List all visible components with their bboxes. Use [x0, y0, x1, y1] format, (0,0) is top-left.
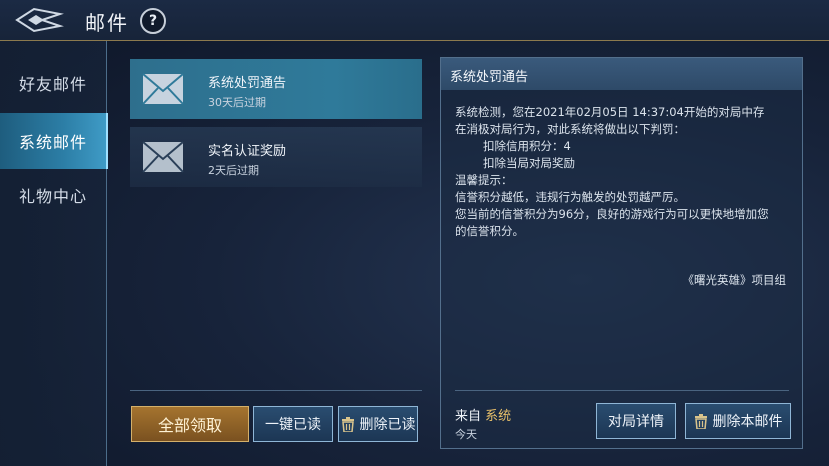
- body-line: 系统检测，您在2021年02月05日 14:37:04开始的对局中存: [455, 105, 765, 119]
- mail-title: 系统处罚通告: [208, 76, 287, 91]
- mail-detail-panel: 系统处罚通告 系统检测，您在2021年02月05日 14:37:04开始的对局中…: [440, 57, 803, 449]
- trash-icon: [694, 413, 707, 429]
- mail-date: 今天: [455, 428, 477, 441]
- from-prefix: 来自: [455, 409, 482, 424]
- mail-signature: 《曙光英雄》项目组: [682, 273, 787, 287]
- body-line: 温馨提示：: [455, 173, 513, 187]
- divider: [130, 390, 422, 391]
- delete-mail-button[interactable]: 删除本邮件: [685, 403, 791, 439]
- trash-icon: [341, 416, 354, 432]
- page-title: 邮件: [85, 11, 129, 35]
- from-sender: 系统: [485, 409, 512, 424]
- mail-from: 来自 系统: [455, 405, 511, 424]
- delete-mail-label: 删除本邮件: [712, 414, 783, 430]
- top-bar: 邮件 ?: [0, 0, 829, 41]
- sidebar-tab-friend-mail[interactable]: 好友邮件: [0, 55, 106, 111]
- mail-detail-body: 系统检测，您在2021年02月05日 14:37:04开始的对局中存 在消极对局…: [455, 104, 795, 240]
- mail-expiry: 30天后过期: [208, 96, 266, 109]
- help-icon[interactable]: ?: [140, 8, 166, 34]
- mail-detail-header: 系统处罚通告: [441, 58, 802, 90]
- mail-detail-title: 系统处罚通告: [450, 70, 529, 85]
- envelope-icon: [142, 73, 184, 105]
- match-details-button[interactable]: 对局详情: [596, 403, 676, 439]
- body-line: 您当前的信誉积分为96分，良好的游戏行为可以更快地增加您: [455, 207, 769, 221]
- mail-list-item[interactable]: 实名认证奖励 2天后过期: [130, 127, 422, 187]
- claim-all-button[interactable]: 全部领取: [131, 406, 249, 442]
- mark-all-read-button[interactable]: 一键已读: [253, 406, 333, 442]
- sidebar: 好友邮件 系统邮件 礼物中心: [0, 41, 108, 466]
- mail-title: 实名认证奖励: [208, 144, 287, 159]
- body-line: 的信誉积分。: [455, 224, 524, 238]
- body-line: 扣除当局对局奖励: [483, 156, 575, 170]
- envelope-icon: [142, 141, 184, 173]
- divider: [455, 390, 789, 391]
- mail-list-item[interactable]: 系统处罚通告 30天后过期: [130, 59, 422, 119]
- body-line: 在消极对局行为，对此系统将做出以下判罚：: [455, 122, 685, 136]
- back-icon[interactable]: [14, 6, 64, 34]
- sidebar-tab-gift-center[interactable]: 礼物中心: [0, 167, 106, 223]
- delete-read-button[interactable]: 删除已读: [338, 406, 418, 442]
- delete-read-label: 删除已读: [359, 417, 416, 433]
- body-line: 信誉积分越低，违规行为触发的处罚越严厉。: [455, 190, 685, 204]
- sidebar-tab-system-mail[interactable]: 系统邮件: [0, 113, 108, 169]
- mail-expiry: 2天后过期: [208, 164, 259, 177]
- body-line: 扣除信用积分：4: [483, 139, 571, 153]
